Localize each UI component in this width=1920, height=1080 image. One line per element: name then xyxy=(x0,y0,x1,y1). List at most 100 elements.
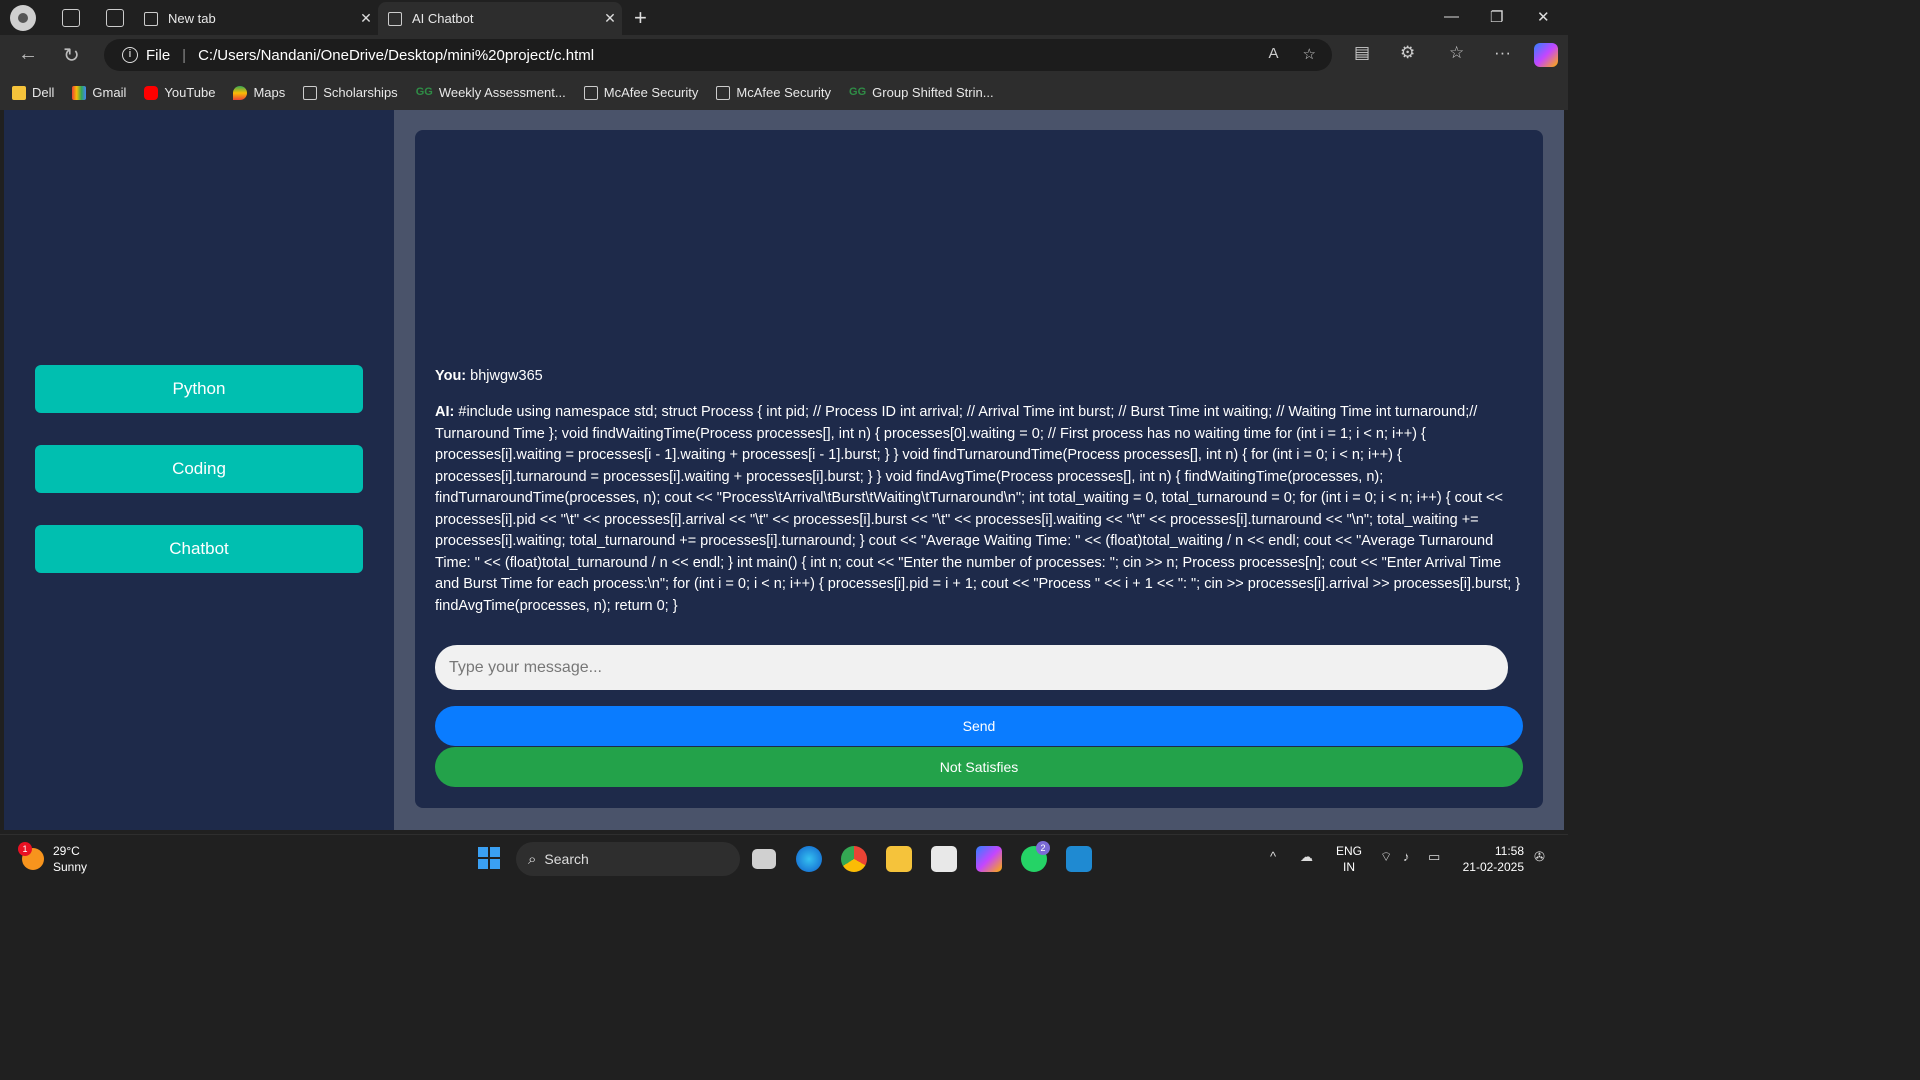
bookmark-mcafee-2[interactable]: McAfee Security xyxy=(716,85,831,100)
sidebar: Python Coding Chatbot xyxy=(4,110,394,830)
bookmark-dell[interactable]: Dell xyxy=(12,85,54,100)
youtube-icon xyxy=(144,85,159,100)
read-aloud-icon[interactable]: A xyxy=(1269,45,1279,63)
bookmark-maps[interactable]: Maps xyxy=(233,85,285,100)
page-icon xyxy=(303,85,318,100)
bookmark-label: Dell xyxy=(32,85,55,100)
bookmark-label: Gmail xyxy=(92,85,127,100)
back-arrow-icon[interactable]: ← xyxy=(18,43,38,66)
chat-container: You: bhjwgw365 AI: #include using namesp… xyxy=(415,130,1543,808)
lang-line2: IN xyxy=(1343,860,1355,874)
wifi-icon[interactable]: ⌔ xyxy=(1380,849,1392,865)
task-view-icon[interactable] xyxy=(752,849,776,869)
edge-icon[interactable] xyxy=(796,846,822,872)
vscode-icon[interactable] xyxy=(1066,846,1092,872)
main-area: You: bhjwgw365 AI: #include using namesp… xyxy=(394,110,1564,830)
bookmark-gmail[interactable]: Gmail xyxy=(72,85,126,100)
gfg-icon: GG xyxy=(415,85,433,98)
clock-date: 21-02-2025 xyxy=(1462,860,1524,874)
bookmark-mcafee-1[interactable]: McAfee Security xyxy=(583,85,699,100)
clock[interactable]: 11:58 21-02-2025 xyxy=(1460,843,1524,875)
close-window-icon[interactable]: ✕ xyxy=(1537,8,1550,26)
bookmark-label: McAfee Security xyxy=(736,85,832,100)
navigation-bar: ← ↻ i File | C:/Users/Nandani/OneDrive/D… xyxy=(0,35,1568,75)
weather-condition: Sunny xyxy=(53,860,88,874)
bookmark-label: Scholarships xyxy=(323,85,398,100)
refresh-icon[interactable]: ↻ xyxy=(63,43,80,68)
chatbot-button[interactable]: Chatbot xyxy=(35,525,363,573)
notifications-icon[interactable]: ✇ xyxy=(1534,849,1545,865)
bookmark-label: Maps xyxy=(253,85,286,100)
bookmarks-bar: Dell Gmail YouTube Maps Scholarships GG W… xyxy=(0,75,1568,110)
bookmark-label: Weekly Assessment... xyxy=(438,85,566,100)
windows-start-icon[interactable] xyxy=(478,847,500,869)
favorites-icon[interactable]: ☆ xyxy=(1449,43,1464,63)
vertical-tabs-icon[interactable] xyxy=(106,8,124,27)
bookmark-weekly-assessment[interactable]: GG Weekly Assessment... xyxy=(416,85,566,100)
sun-icon: 1 xyxy=(18,842,44,870)
address-url[interactable]: C:/Users/Nandani/OneDrive/Desktop/mini%2… xyxy=(198,47,594,64)
close-icon[interactable]: ✕ xyxy=(598,10,622,27)
python-button[interactable]: Python xyxy=(35,365,363,413)
address-scheme: File xyxy=(146,46,171,64)
coding-button[interactable]: Coding xyxy=(35,445,363,493)
site-info-icon[interactable]: i xyxy=(122,47,138,63)
split-screen-icon[interactable]: ▤ xyxy=(1354,43,1370,63)
tab-new-tab[interactable]: New tab ✕ xyxy=(134,2,378,35)
search-icon: ⌕ xyxy=(528,850,537,868)
notification-badge: 1 xyxy=(18,842,32,856)
volume-icon[interactable]: ♪ xyxy=(1403,849,1410,864)
tab-label: AI Chatbot xyxy=(412,11,474,26)
message-input[interactable] xyxy=(435,645,1508,690)
profile-avatar[interactable] xyxy=(10,4,36,31)
taskbar-search[interactable]: ⌕ Search xyxy=(516,842,740,876)
send-button[interactable]: Send xyxy=(435,706,1523,746)
onedrive-icon[interactable]: ☁ xyxy=(1300,849,1313,865)
close-icon[interactable]: ✕ xyxy=(354,10,378,27)
address-bar[interactable]: i File | C:/Users/Nandani/OneDrive/Deskt… xyxy=(104,39,1332,71)
page-icon xyxy=(388,11,402,26)
language-indicator[interactable]: ENG IN xyxy=(1336,843,1362,875)
message-sender: You: xyxy=(435,368,467,384)
lang-line1: ENG xyxy=(1336,844,1363,858)
page-viewport: Python Coding Chatbot You: bhjwgw365 AI:… xyxy=(4,110,1564,830)
new-tab-button[interactable]: + xyxy=(634,5,647,31)
chrome-icon[interactable] xyxy=(841,846,867,872)
new-tab-page-icon xyxy=(144,11,158,26)
message-sender: AI: xyxy=(435,404,455,420)
bookmark-label: Group Shifted Strin... xyxy=(872,85,994,100)
maps-icon xyxy=(233,85,248,100)
bookmark-label: YouTube xyxy=(164,85,216,100)
bookmark-group-shifted[interactable]: GG Group Shifted Strin... xyxy=(849,85,994,100)
bookmark-youtube[interactable]: YouTube xyxy=(144,85,215,100)
microsoft-store-icon[interactable] xyxy=(931,846,957,872)
user-message: You: bhjwgw365 xyxy=(435,366,1525,388)
ai-message: AI: #include using namespace std; struct… xyxy=(435,402,1525,617)
taskbar: 1 29°C Sunny ⌕ Search 2 ^ ☁ ENG IN ⌔ ♪ ▭… xyxy=(0,834,1568,882)
extensions-icon[interactable]: ⚙ xyxy=(1400,43,1415,63)
gmail-icon xyxy=(72,85,87,100)
profile-icon xyxy=(18,12,28,23)
chevron-up-icon[interactable]: ^ xyxy=(1270,849,1276,864)
not-satisfies-button[interactable]: Not Satisfies xyxy=(435,747,1523,787)
favorite-star-icon[interactable]: ☆ xyxy=(1303,45,1316,63)
copilot-app-icon[interactable] xyxy=(976,846,1002,872)
bookmark-scholarships[interactable]: Scholarships xyxy=(303,85,398,100)
tab-ai-chatbot[interactable]: AI Chatbot ✕ xyxy=(378,2,622,35)
page-icon xyxy=(716,85,731,100)
restore-icon[interactable]: ❐ xyxy=(1490,8,1503,26)
copilot-icon[interactable] xyxy=(1534,43,1558,67)
page-icon xyxy=(583,85,598,100)
bookmark-label: McAfee Security xyxy=(603,85,699,100)
address-separator: | xyxy=(182,46,187,64)
gfg-icon: GG xyxy=(849,85,867,98)
workspaces-icon[interactable] xyxy=(62,8,80,27)
clock-time: 11:58 xyxy=(1494,844,1524,858)
file-explorer-icon[interactable] xyxy=(886,846,912,872)
more-options-icon[interactable]: ··· xyxy=(1494,43,1511,63)
weather-widget[interactable]: 1 29°C Sunny xyxy=(18,842,88,875)
minimize-icon[interactable]: — xyxy=(1444,8,1459,25)
whatsapp-badge: 2 xyxy=(1036,841,1050,855)
message-text: #include using namespace std; struct Pro… xyxy=(435,404,1521,614)
battery-icon[interactable]: ▭ xyxy=(1428,849,1440,865)
